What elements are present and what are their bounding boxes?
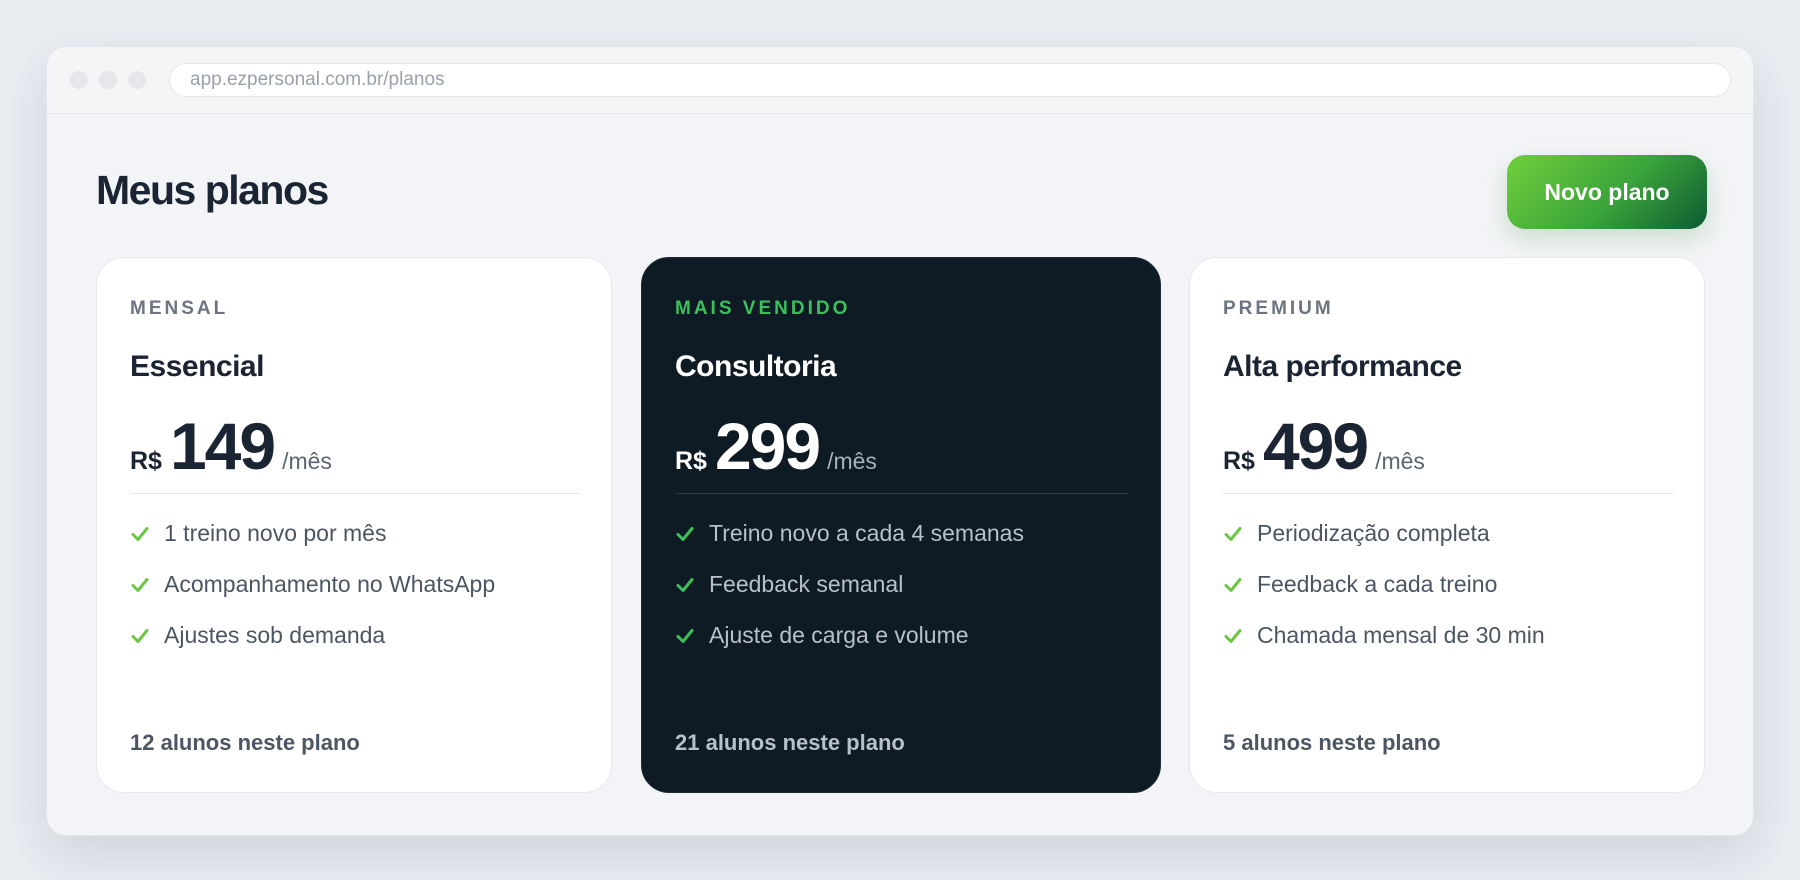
plan-name: Essencial	[130, 350, 264, 383]
check-icon	[131, 628, 149, 643]
price-period: /mês	[827, 448, 877, 474]
divider	[130, 493, 580, 494]
feature-text: 1 treino novo por mês	[164, 520, 387, 546]
check-icon	[131, 526, 149, 541]
price-period: /mês	[1375, 448, 1425, 474]
feature-item: 1 treino novo por mês	[130, 508, 495, 559]
check-icon	[676, 526, 694, 541]
plan-students-count: 5 alunos neste plano	[1223, 730, 1441, 755]
feature-item: Feedback a cada treino	[1223, 559, 1545, 610]
window-dot-close[interactable]	[70, 71, 88, 89]
feature-item: Feedback semanal	[675, 559, 1024, 610]
price-amount: 299	[714, 409, 821, 483]
feature-item: Treino novo a cada 4 semanas	[675, 508, 1024, 559]
divider	[675, 493, 1129, 494]
plan-price: R$ 149 /mês	[130, 408, 332, 483]
plan-tier-label: MENSAL	[130, 298, 229, 319]
feature-list: 1 treino novo por mês Acompanhamento no …	[130, 508, 495, 661]
plan-students-count: 21 alunos neste plano	[675, 730, 905, 755]
window-dot-minimize[interactable]	[99, 71, 117, 89]
address-bar[interactable]: app.ezpersonal.com.br/planos	[169, 63, 1731, 97]
feature-item: Chamada mensal de 30 min	[1223, 610, 1545, 661]
plan-tier-label: PREMIUM	[1223, 298, 1334, 319]
check-icon	[1224, 577, 1242, 592]
price-amount: 499	[1262, 409, 1369, 483]
feature-list: Periodização completa Feedback a cada tr…	[1223, 508, 1545, 661]
plan-card-alta-performance[interactable]: PREMIUM Alta performance R$ 499 /mês Per…	[1189, 257, 1705, 793]
check-icon	[1224, 526, 1242, 541]
price-currency: R$	[130, 447, 162, 475]
feature-item: Periodização completa	[1223, 508, 1545, 559]
page-title: Meus planos	[96, 167, 329, 213]
feature-text: Ajustes sob demanda	[164, 622, 386, 648]
feature-text: Feedback semanal	[709, 571, 904, 597]
feature-text: Periodização completa	[1257, 520, 1490, 546]
plan-price: R$ 299 /mês	[675, 408, 877, 483]
divider	[1223, 493, 1673, 494]
check-icon	[1224, 628, 1242, 643]
feature-text: Chamada mensal de 30 min	[1257, 622, 1545, 648]
feature-text: Feedback a cada treino	[1257, 571, 1498, 597]
feature-text: Acompanhamento no WhatsApp	[164, 571, 496, 597]
feature-item: Ajuste de carga e volume	[675, 610, 1024, 661]
feature-text: Treino novo a cada 4 semanas	[709, 520, 1024, 546]
feature-item: Ajustes sob demanda	[130, 610, 495, 661]
browser-toolbar: app.ezpersonal.com.br/planos	[47, 47, 1753, 114]
browser-window: app.ezpersonal.com.br/planos Meus planos…	[46, 46, 1754, 836]
plan-price: R$ 499 /mês	[1223, 408, 1425, 483]
price-currency: R$	[1223, 447, 1255, 475]
plan-name: Consultoria	[675, 350, 837, 383]
check-icon	[676, 628, 694, 643]
plan-tier-label: MAIS VENDIDO	[675, 298, 851, 319]
check-icon	[676, 577, 694, 592]
price-period: /mês	[282, 448, 332, 474]
feature-item: Acompanhamento no WhatsApp	[130, 559, 495, 610]
check-icon	[131, 577, 149, 592]
price-currency: R$	[675, 447, 707, 475]
plan-card-essencial[interactable]: MENSAL Essencial R$ 149 /mês 1 treino no…	[96, 257, 612, 793]
plan-card-consultoria[interactable]: MAIS VENDIDO Consultoria R$ 299 /mês Tre…	[641, 257, 1161, 793]
feature-list: Treino novo a cada 4 semanas Feedback se…	[675, 508, 1024, 661]
window-dot-maximize[interactable]	[128, 71, 146, 89]
new-plan-button[interactable]: Novo plano	[1507, 155, 1707, 229]
price-amount: 149	[169, 409, 276, 483]
plan-name: Alta performance	[1223, 350, 1462, 383]
feature-text: Ajuste de carga e volume	[709, 622, 969, 648]
plan-students-count: 12 alunos neste plano	[130, 730, 360, 755]
